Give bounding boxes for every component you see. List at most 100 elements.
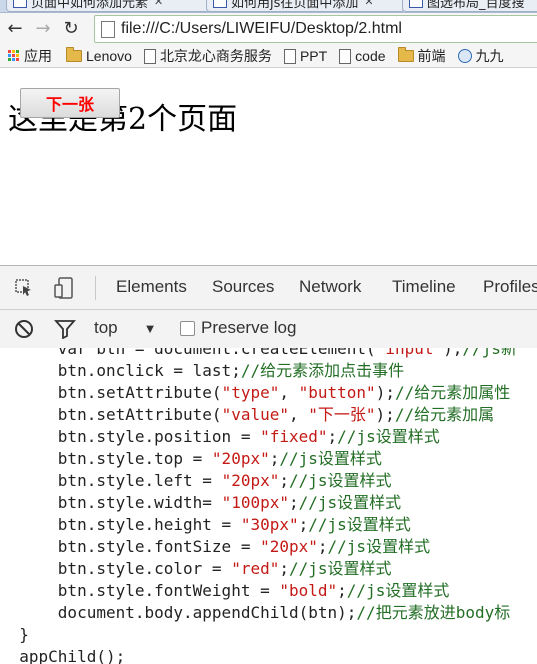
code-token: document.body.appendChild(btn); (0, 603, 357, 622)
code-token: btn.style.fontWeight = (0, 581, 280, 600)
page-icon (283, 48, 296, 64)
clear-console-icon[interactable] (14, 319, 34, 339)
code-token: ; (279, 559, 289, 578)
code-string: "下一张" (308, 405, 376, 424)
code-line: btn.setAttribute("type", "button");//给元素… (0, 382, 537, 404)
devtools-tabbar: Elements Sources Network Timeline Profil… (0, 266, 537, 310)
code-comment: //js设置样式 (308, 515, 411, 534)
code-comment: //js设置样式 (327, 537, 431, 556)
code-line: btn.style.position = "fixed";//js设置样式 (0, 426, 537, 448)
bookmark-jiujiu[interactable]: 九九 (457, 46, 504, 66)
url-text[interactable]: file:///C:/Users/LIWEIFU/Desktop/2.html (121, 20, 402, 38)
apps-icon (8, 50, 20, 62)
code-token: ; (279, 471, 289, 490)
tab-title: 图选布局_百度搜 (427, 0, 525, 11)
address-bar[interactable]: file:///C:/Users/LIWEIFU/Desktop/2.html (94, 15, 537, 43)
tab-elements[interactable]: Elements (116, 277, 187, 297)
code-line: appChild(); (0, 646, 537, 664)
bookmark-frontend[interactable]: 前端 (397, 46, 446, 66)
tab-strip: 页面中如何添加元素 ✕ 如何用js往页面中添加 ✕ 图选布局_百度搜 (0, 0, 537, 13)
context-selector[interactable]: top ▼ (94, 318, 157, 338)
code-token: appChild(); (0, 647, 126, 664)
code-token: ; (337, 581, 347, 600)
dropdown-arrow-icon: ▼ (143, 320, 157, 336)
code-token: btn.style.color = (0, 559, 232, 578)
page-icon (339, 48, 352, 64)
code-line: btn.style.top = "20px";//js设置样式 (0, 448, 537, 470)
code-string: "20px" (221, 471, 280, 490)
code-token: ); (443, 348, 463, 358)
bookmark-code[interactable]: code (339, 48, 386, 64)
reload-icon[interactable]: ↻ (60, 17, 82, 39)
forward-arrow-icon[interactable]: → (32, 17, 54, 39)
code-string: "30px" (240, 515, 299, 534)
browser-tab-3[interactable]: 图选布局_百度搜 (402, 0, 537, 12)
code-token: ); (375, 383, 395, 402)
next-button[interactable]: 下一张 (20, 88, 120, 118)
code-line: btn.style.width= "100px";//js设置样式 (0, 492, 537, 514)
code-string: "red" (231, 559, 280, 578)
code-string: "button" (298, 383, 376, 402)
bookmark-label: Lenovo (86, 48, 132, 64)
code-token: btn.style.height = (0, 515, 241, 534)
browser-tab-2[interactable]: 如何用js往页面中添加 ✕ (206, 0, 405, 12)
tab-profiles[interactable]: Profiles (483, 277, 537, 297)
code-token: btn.onclick = last; (0, 361, 241, 380)
console-toolbar: top ▼ Preserve log (0, 310, 537, 349)
code-string: "100px" (221, 493, 289, 512)
code-token: ; (317, 537, 328, 556)
bookmark-label: 应用 (24, 48, 52, 64)
code-line: document.body.appendChild(btn);//把元素放进bo… (0, 602, 537, 624)
device-mode-icon[interactable] (52, 276, 76, 300)
code-line: btn.onclick = last;//给元素添加点击事件 (0, 360, 537, 382)
code-token: ; (269, 449, 280, 468)
tab-timeline[interactable]: Timeline (392, 277, 456, 297)
code-token: , (289, 405, 309, 424)
preserve-log-checkbox[interactable] (180, 320, 195, 336)
filter-icon[interactable] (54, 319, 76, 339)
close-icon[interactable]: ✕ (154, 0, 163, 8)
devtools-panel: Elements Sources Network Timeline Profil… (0, 265, 537, 664)
code-line: btn.style.left = "20px";//js设置样式 (0, 470, 537, 492)
code-token: btn.style.top = (0, 449, 212, 468)
close-icon[interactable]: ✕ (364, 0, 373, 8)
code-line: } (0, 624, 537, 646)
code-string: "fixed" (260, 427, 328, 446)
bookmark-label: 前端 (417, 48, 446, 64)
bookmark-beijing[interactable]: 北京龙心商务服务 (143, 46, 272, 66)
page-icon (101, 20, 115, 38)
code-token: } (0, 625, 29, 644)
back-arrow-icon[interactable]: ← (4, 17, 26, 39)
code-line: btn.setAttribute("value", "下一张");//给元素加属 (0, 404, 537, 426)
preserve-log-label: Preserve log (201, 318, 297, 337)
context-label: top (94, 318, 118, 337)
folder-icon (397, 47, 414, 62)
tab-title: 如何用js往页面中添加 (231, 0, 359, 11)
bookmark-label: code (355, 48, 386, 64)
code-token: btn.style.width= (0, 493, 222, 512)
preserve-log-toggle[interactable]: Preserve log (180, 318, 296, 338)
code-token: ); (375, 405, 395, 424)
favicon-icon (213, 0, 227, 8)
bookmark-ppt[interactable]: PPT (283, 48, 327, 64)
bookmark-apps[interactable]: 应用 (8, 46, 52, 66)
bookmarks-bar: 应用 Lenovo 北京龙心商务服务 PPT code 前端 九九 (0, 45, 537, 68)
page-viewport: 这里是第2个页面 下一张 (0, 68, 537, 265)
code-string: "20px" (211, 449, 270, 468)
page-icon (143, 48, 156, 64)
browser-toolbar: ← → ↻ file:///C:/Users/LIWEIFU/Desktop/2… (0, 13, 537, 45)
code-comment: //js设置样式 (279, 449, 382, 468)
code-line: btn.style.fontSize = "20px";//js设置样式 (0, 536, 537, 558)
code-comment: //js设置样式 (289, 559, 392, 578)
code-comment: //给元素添加点击事件 (240, 361, 405, 380)
tab-sources[interactable]: Sources (212, 277, 274, 297)
code-line: var btn = document.createElement("input"… (0, 348, 537, 360)
bookmark-lenovo[interactable]: Lenovo (66, 47, 132, 64)
browser-tab-1[interactable]: 页面中如何添加元素 ✕ (6, 0, 210, 12)
inspect-cursor-icon[interactable] (12, 276, 36, 300)
tab-network[interactable]: Network (299, 277, 361, 297)
code-line: btn.style.color = "red";//js设置样式 (0, 558, 537, 580)
code-string: "type" (221, 383, 280, 402)
code-string: "value" (221, 405, 289, 424)
code-token: btn.setAttribute( (0, 383, 222, 402)
